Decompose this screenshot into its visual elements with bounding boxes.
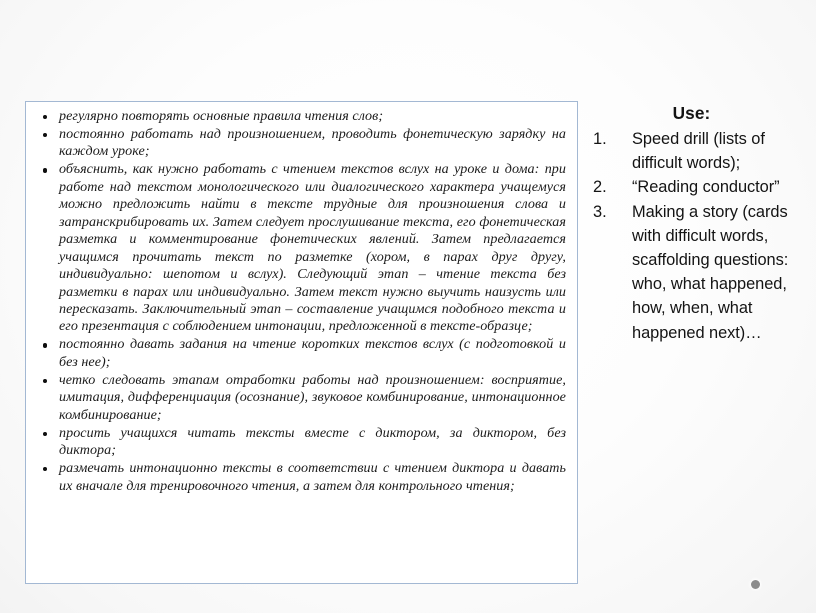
list-item: Speed drill (lists of difficult words); [593,127,765,173]
decorative-dot-icon [751,580,760,589]
english-panel: Use: Speed drill (lists of difficult wor… [588,101,803,345]
list-item: четко следовать этапам отработки работы … [35,372,566,424]
page-title: Use: [672,103,711,123]
list-item: размечать интонационно тексты в соответс… [35,460,566,495]
english-numbered-list: Speed drill (lists of difficult words); … [588,127,803,345]
slide-canvas: регулярно повторять основные правила чте… [0,0,816,613]
list-item: Making a story (cards with difficult wor… [593,200,789,342]
list-item: постоянно работать над произношением, пр… [35,126,566,161]
list-item: постоянно давать задания на чтение корот… [35,336,566,371]
list-item: “Reading conductor” [593,175,780,199]
list-item: объяснить, как нужно работать с чтением … [35,161,566,336]
list-item: регулярно повторять основные правила чте… [35,108,566,125]
list-item: просить учащихся читать тексты вместе с … [35,425,566,460]
russian-bullet-list: регулярно повторять основные правила чте… [35,108,566,495]
russian-text-box: регулярно повторять основные правила чте… [25,101,578,584]
